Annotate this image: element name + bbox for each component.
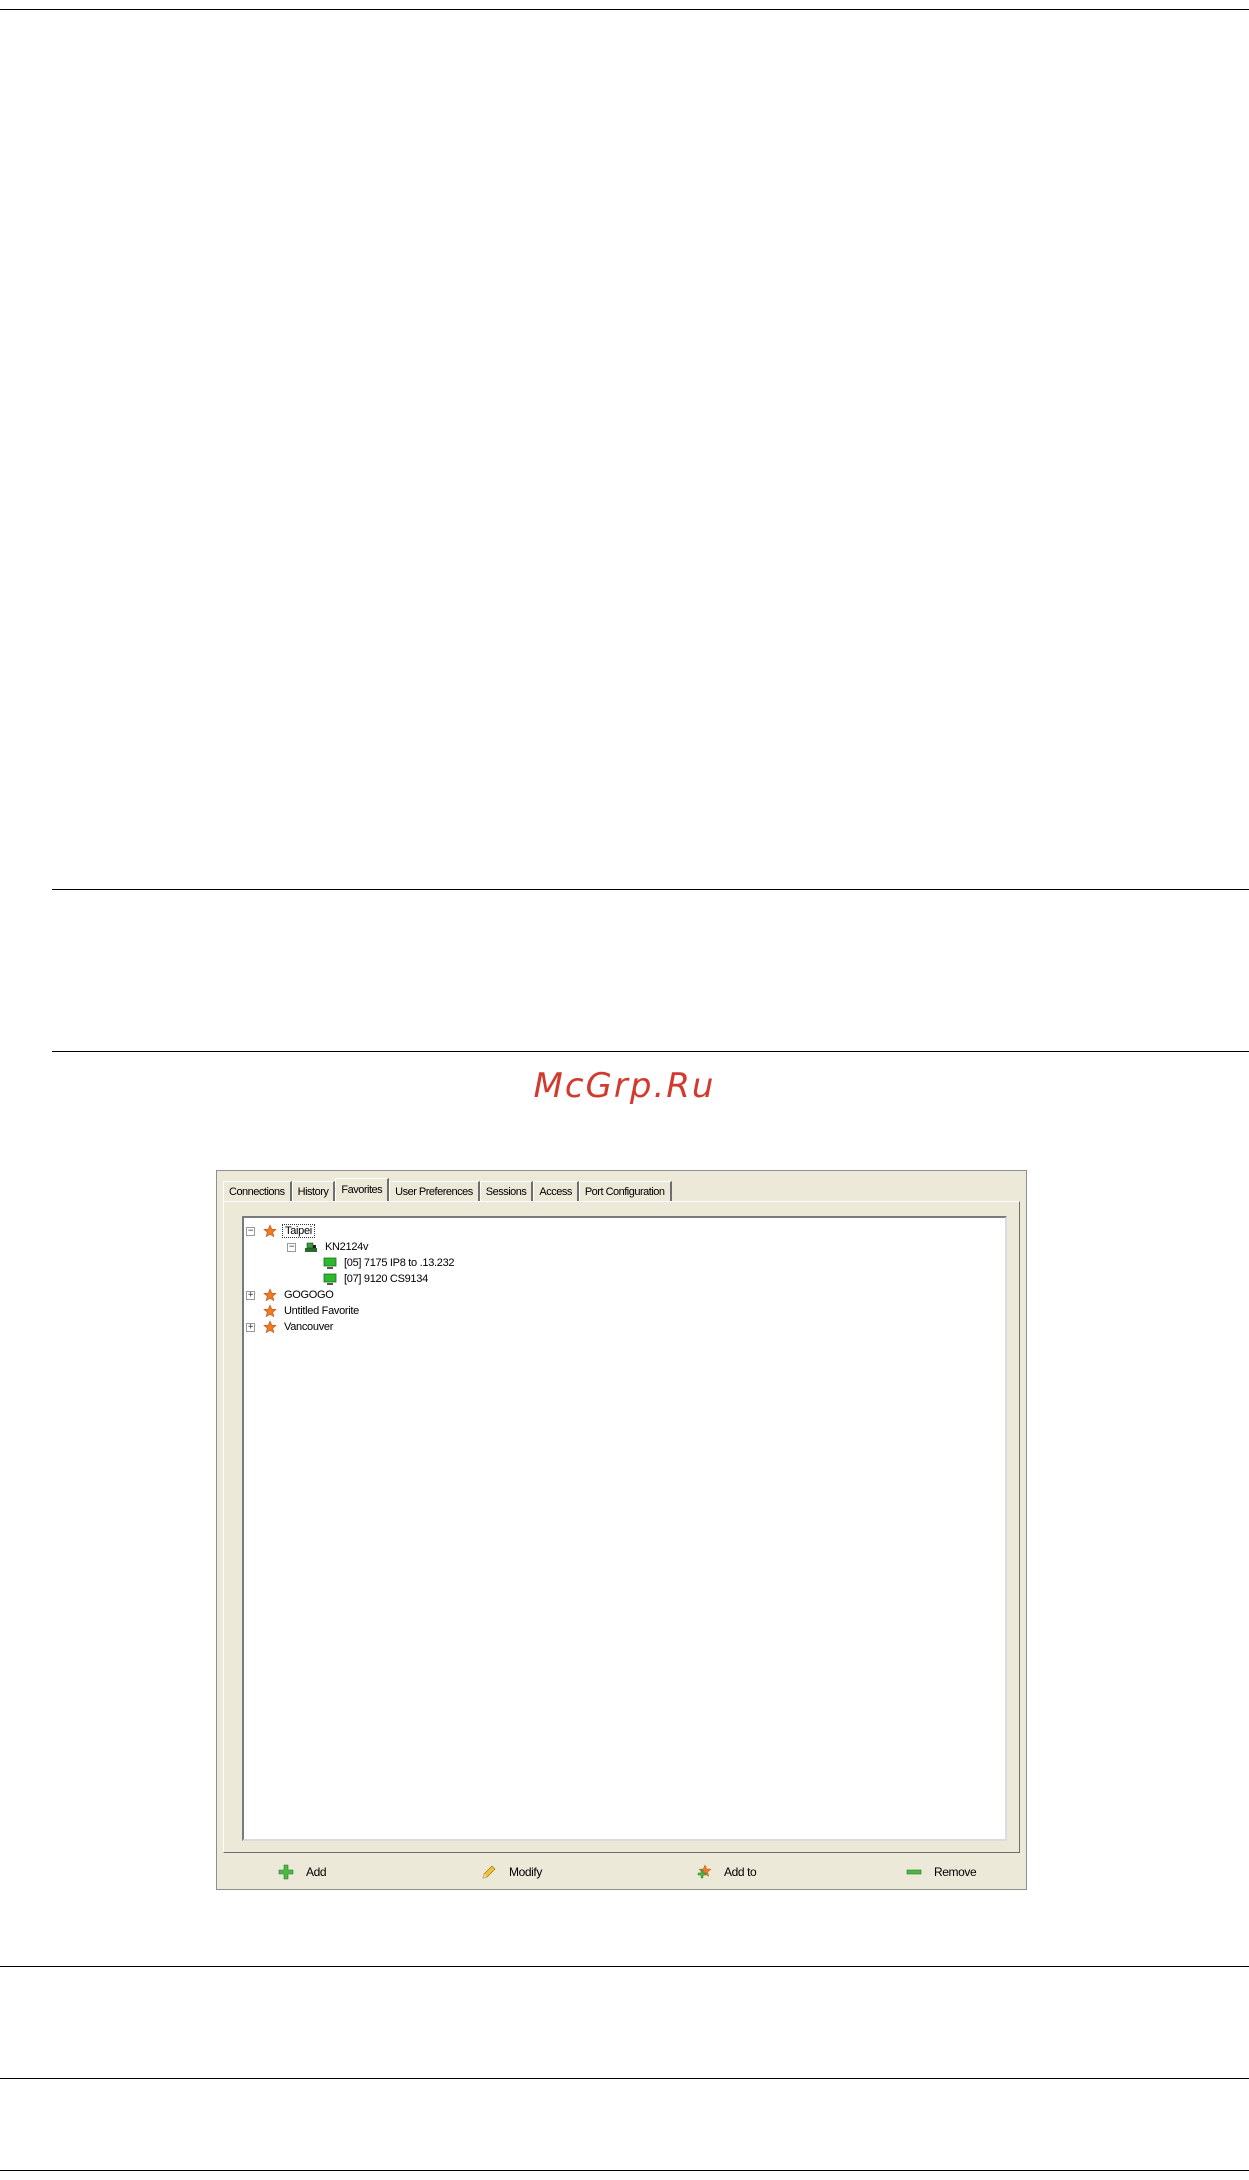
minus-icon	[906, 1869, 922, 1875]
remove-button[interactable]: Remove	[906, 1859, 977, 1885]
star-icon	[263, 1224, 277, 1238]
collapse-icon[interactable]: −	[287, 1242, 296, 1252]
tree-node-port-07[interactable]: [07] 9120 CS9134	[323, 1271, 430, 1287]
tree-node-untitled-favorite[interactable]: Untitled Favorite	[246, 1303, 361, 1319]
bottom-rule	[0, 2170, 1249, 2171]
button-bar: Add Modify Add to Remove	[223, 1859, 1020, 1885]
tree-label-taipei[interactable]: Taipei	[282, 1224, 315, 1238]
port-online-icon	[323, 1257, 337, 1269]
section-rule-4	[0, 2078, 1249, 2079]
add-to-favorite-icon	[697, 1864, 712, 1879]
pencil-icon	[482, 1865, 496, 1879]
tree-label-gogogo[interactable]: GOGOGO	[282, 1289, 336, 1301]
tab-port-configuration[interactable]: Port Configuration	[578, 1181, 672, 1201]
modify-button[interactable]: Modify	[481, 1859, 542, 1885]
favorites-tree[interactable]: − Taipei − KN2124v [05] 7175 IP8 to .13.…	[242, 1216, 1007, 1841]
port-online-icon	[323, 1273, 337, 1285]
tab-sessions[interactable]: Sessions	[479, 1181, 534, 1201]
tree-label-port-07[interactable]: [07] 9120 CS9134	[342, 1273, 430, 1285]
section-rule-1	[52, 889, 1249, 890]
star-icon	[263, 1320, 277, 1334]
tab-connections[interactable]: Connections	[223, 1181, 292, 1201]
tree-node-kn2124v[interactable]: − KN2124v	[287, 1239, 370, 1255]
plus-icon	[278, 1864, 294, 1880]
modify-button-label: Modify	[509, 1865, 542, 1879]
tab-favorites[interactable]: Favorites	[335, 1178, 390, 1201]
add-to-button[interactable]: Add to	[696, 1859, 757, 1885]
add-button[interactable]: Add	[278, 1859, 327, 1885]
favorites-window: Connections History Favorites User Prefe…	[216, 1170, 1027, 1890]
remove-button-label: Remove	[934, 1865, 977, 1879]
tree-label-kn2124v[interactable]: KN2124v	[323, 1241, 370, 1253]
star-icon	[263, 1288, 277, 1302]
watermark: McGrp.Ru	[533, 1066, 716, 1106]
top-rule	[0, 9, 1249, 10]
tree-label-vancouver[interactable]: Vancouver	[282, 1321, 335, 1333]
tab-access[interactable]: Access	[533, 1181, 579, 1201]
collapse-icon[interactable]: −	[246, 1226, 255, 1236]
star-icon	[263, 1304, 277, 1318]
expand-icon[interactable]: +	[246, 1290, 255, 1300]
tree-label-port-05[interactable]: [05] 7175 IP8 to .13.232	[342, 1257, 456, 1269]
tree-node-vancouver[interactable]: + Vancouver	[246, 1319, 335, 1335]
expand-icon[interactable]: +	[246, 1322, 255, 1332]
tree-node-taipei[interactable]: − Taipei	[246, 1223, 315, 1239]
section-rule-2	[52, 1051, 1249, 1052]
tab-history[interactable]: History	[291, 1181, 336, 1201]
add-button-label: Add	[306, 1865, 327, 1879]
tab-user-preferences[interactable]: User Preferences	[389, 1181, 480, 1201]
tree-label-untitled-favorite[interactable]: Untitled Favorite	[282, 1305, 361, 1317]
add-to-button-label: Add to	[724, 1865, 757, 1879]
tree-node-gogogo[interactable]: + GOGOGO	[246, 1287, 336, 1303]
tree-node-port-05[interactable]: [05] 7175 IP8 to .13.232	[323, 1255, 456, 1271]
section-rule-3	[0, 1966, 1249, 1967]
tab-strip: Connections History Favorites User Prefe…	[223, 1178, 672, 1202]
kvm-switch-icon	[305, 1242, 317, 1252]
